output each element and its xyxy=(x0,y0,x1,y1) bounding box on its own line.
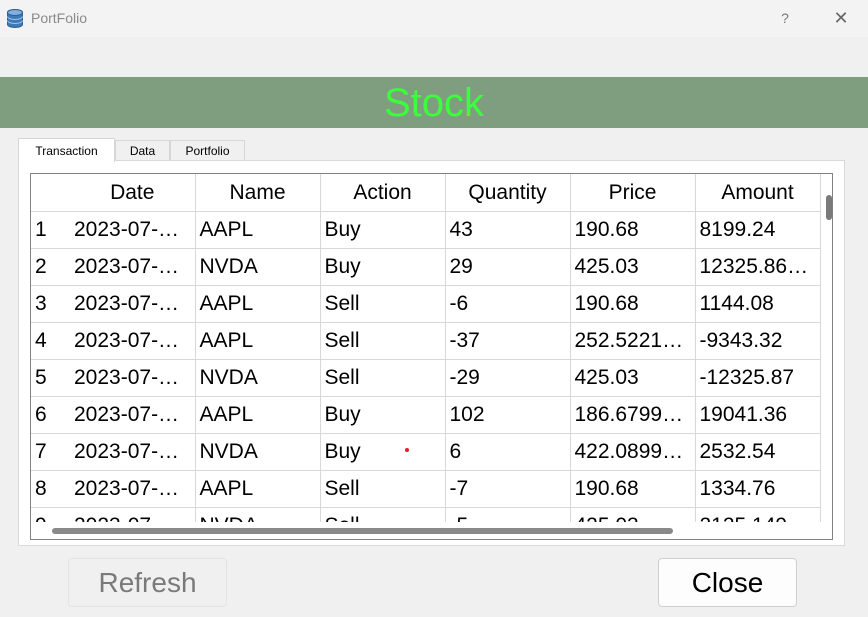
column-header-quantity[interactable]: Quantity xyxy=(445,174,571,212)
row-header[interactable]: 3 xyxy=(31,285,70,323)
cell-quantity[interactable]: -6 xyxy=(445,285,571,323)
table-row[interactable]: 2 2023-07-… NVDA Buy 29 425.03 12325.86… xyxy=(31,248,821,286)
row-header[interactable]: 5 xyxy=(31,359,70,397)
cell-name[interactable]: AAPL xyxy=(195,322,321,360)
table-row[interactable]: 7 2023-07-… NVDA Buy 6 422.0899… 2532.54 xyxy=(31,433,821,471)
cell-name[interactable]: NVDA xyxy=(195,248,321,286)
cell-date[interactable]: 2023-07-… xyxy=(70,470,196,508)
tab-portfolio[interactable]: Portfolio xyxy=(170,140,245,161)
title-bar: PortFolio ? ✕ xyxy=(0,0,868,37)
window-close-button[interactable]: ✕ xyxy=(828,6,854,30)
cell-action[interactable]: Sell xyxy=(320,285,446,323)
cell-price[interactable]: 425.03 xyxy=(570,248,696,286)
cell-amount[interactable]: 1144.08 xyxy=(695,285,821,323)
column-header-action[interactable]: Action xyxy=(320,174,446,212)
horizontal-scrollbar[interactable] xyxy=(31,522,832,539)
cell-amount[interactable]: 19041.36 xyxy=(695,396,821,434)
cell-date[interactable]: 2023-07-… xyxy=(70,396,196,434)
row-header[interactable]: 9 xyxy=(31,507,70,522)
cell-action[interactable]: Buy xyxy=(320,248,446,286)
row-header[interactable]: 2 xyxy=(31,248,70,286)
cell-quantity[interactable]: 43 xyxy=(445,211,571,249)
cell-quantity[interactable]: -5 xyxy=(445,507,571,522)
cell-price[interactable]: 190.68 xyxy=(570,470,696,508)
cell-date[interactable]: 2023-07-… xyxy=(70,359,196,397)
cell-amount[interactable]: 1334.76 xyxy=(695,470,821,508)
corner-header[interactable] xyxy=(31,174,70,212)
cell-quantity[interactable]: -7 xyxy=(445,470,571,508)
cell-date[interactable]: 2023-07-… xyxy=(70,211,196,249)
cell-quantity[interactable]: 102 xyxy=(445,396,571,434)
tab-transaction[interactable]: Transaction xyxy=(18,138,115,162)
transactions-table: Date Name Action Quantity Price Amount 1… xyxy=(30,173,833,540)
cursor-dot xyxy=(405,448,409,452)
cell-action[interactable]: Buy xyxy=(320,396,446,434)
cell-price[interactable]: 252.5221… xyxy=(570,322,696,360)
stock-banner: Stock xyxy=(0,77,868,128)
cell-date[interactable]: 2023-07-… xyxy=(70,248,196,286)
cell-amount[interactable]: 2532.54 xyxy=(695,433,821,471)
table-row[interactable]: 92023-07-…NVDASell-5425.032125.149 xyxy=(31,507,821,522)
database-stack-icon xyxy=(7,9,23,28)
cell-amount[interactable]: 8199.24 xyxy=(695,211,821,249)
cell-price[interactable]: 425.03 xyxy=(570,359,696,397)
table-viewport: Date Name Action Quantity Price Amount 1… xyxy=(31,174,821,522)
horizontal-scroll-thumb[interactable] xyxy=(52,528,673,534)
cell-name[interactable]: AAPL xyxy=(195,211,321,249)
window-title: PortFolio xyxy=(31,10,88,26)
table-row[interactable]: 8 2023-07-… AAPL Sell -7 190.68 1334.76 xyxy=(31,470,821,508)
cell-date[interactable]: 2023-07-… xyxy=(70,285,196,323)
vertical-scrollbar[interactable] xyxy=(823,174,832,522)
cell-name[interactable]: NVDA xyxy=(195,359,321,397)
cell-date[interactable]: 2023-07-… xyxy=(70,322,196,360)
cell-price[interactable]: 425.03 xyxy=(570,507,696,522)
row-header[interactable]: 4 xyxy=(31,322,70,360)
row-header[interactable]: 6 xyxy=(31,396,70,434)
row-header[interactable]: 7 xyxy=(31,433,70,471)
cell-name[interactable]: NVDA xyxy=(195,433,321,471)
cell-price[interactable]: 186.6799… xyxy=(570,396,696,434)
cell-amount[interactable]: -9343.32 xyxy=(695,322,821,360)
cell-amount[interactable]: -12325.87 xyxy=(695,359,821,397)
cell-action[interactable]: Sell xyxy=(320,322,446,360)
cell-price[interactable]: 190.68 xyxy=(570,285,696,323)
row-header[interactable]: 1 xyxy=(31,211,70,249)
help-button[interactable]: ? xyxy=(772,6,798,30)
table-row[interactable]: 5 2023-07-… NVDA Sell -29 425.03 -12325.87 xyxy=(31,359,821,397)
refresh-button[interactable]: Refresh xyxy=(68,558,227,607)
cell-name[interactable]: AAPL xyxy=(195,396,321,434)
cell-action[interactable]: Sell xyxy=(320,470,446,508)
cell-action[interactable]: Buy xyxy=(320,433,446,471)
table-row[interactable]: 4 2023-07-… AAPL Sell -37 252.5221… -9343.32 xyxy=(31,322,821,360)
cell-date[interactable]: 2023-07-… xyxy=(70,507,196,522)
cell-amount[interactable]: 2125.149 xyxy=(695,507,821,522)
tab-data[interactable]: Data xyxy=(115,140,170,161)
transaction-tab-panel: Date Name Action Quantity Price Amount 1… xyxy=(18,160,845,546)
cell-price[interactable]: 190.68 xyxy=(570,211,696,249)
column-header-name[interactable]: Name xyxy=(195,174,321,212)
table-row[interactable]: 1 2023-07-… AAPL Buy 43 190.68 8199.24 xyxy=(31,211,821,249)
row-header[interactable]: 8 xyxy=(31,470,70,508)
cell-action[interactable]: Sell xyxy=(320,359,446,397)
cell-name[interactable]: NVDA xyxy=(195,507,321,522)
table-header-row: Date Name Action Quantity Price Amount xyxy=(31,174,821,212)
cell-amount[interactable]: 12325.86… xyxy=(695,248,821,286)
cell-action[interactable]: Buy xyxy=(320,211,446,249)
cell-price[interactable]: 422.0899… xyxy=(570,433,696,471)
close-button[interactable]: Close xyxy=(658,558,797,607)
cell-quantity[interactable]: 6 xyxy=(445,433,571,471)
cell-quantity[interactable]: 29 xyxy=(445,248,571,286)
cell-date[interactable]: 2023-07-… xyxy=(70,433,196,471)
column-header-amount[interactable]: Amount xyxy=(695,174,821,212)
cell-name[interactable]: AAPL xyxy=(195,470,321,508)
column-header-date[interactable]: Date xyxy=(70,174,196,212)
table-row[interactable]: 3 2023-07-… AAPL Sell -6 190.68 1144.08 xyxy=(31,285,821,323)
vertical-scroll-thumb[interactable] xyxy=(826,195,832,220)
cell-name[interactable]: AAPL xyxy=(195,285,321,323)
cell-action[interactable]: Sell xyxy=(320,507,446,522)
cell-quantity[interactable]: -37 xyxy=(445,322,571,360)
cell-quantity[interactable]: -29 xyxy=(445,359,571,397)
table-row[interactable]: 6 2023-07-… AAPL Buy 102 186.6799… 19041.36 xyxy=(31,396,821,434)
column-header-price[interactable]: Price xyxy=(570,174,696,212)
